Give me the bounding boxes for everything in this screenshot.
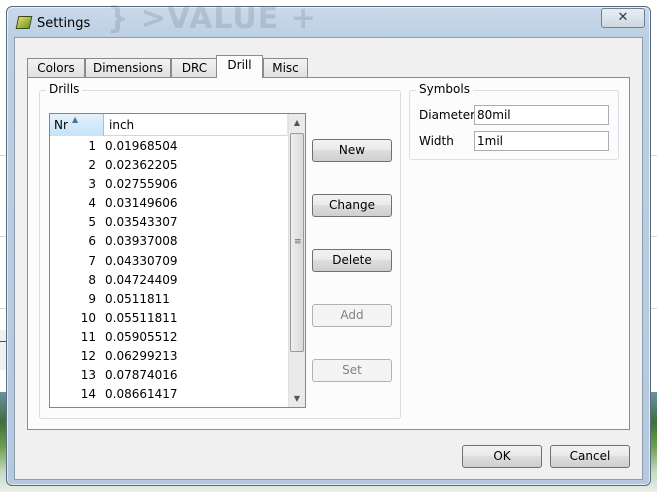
tab-dimensions[interactable]: Dimensions (85, 58, 171, 77)
list-scrollbar[interactable]: ▲ ≡ ▼ (288, 114, 305, 407)
width-label: Width (419, 134, 454, 148)
tab-colors[interactable]: Colors (27, 58, 85, 77)
scroll-up-icon[interactable]: ▲ (289, 114, 305, 131)
drill-nr: 13 (80, 368, 96, 383)
column-header-inch[interactable]: inch (105, 114, 288, 136)
list-item[interactable]: 8 0.04724409 (50, 271, 288, 290)
tab-drill[interactable]: Drill (216, 55, 263, 78)
symbols-group-label: Symbols (416, 82, 473, 96)
diameter-label: Diameter (419, 108, 476, 122)
tab-misc[interactable]: Misc (263, 58, 308, 77)
drill-inch: 0.04724409 (105, 272, 178, 287)
column-header-inch-label: inch (109, 118, 135, 132)
grip-icon: ≡ (294, 237, 302, 247)
list-item[interactable]: 10 0.05511811 (50, 309, 288, 328)
list-item[interactable]: 11 0.05905512 (50, 328, 288, 347)
dialog-client-area: Colors Dimensions DRC Drill Misc Drills … (14, 37, 643, 480)
list-header: ▲ Nr inch (50, 114, 288, 136)
drill-inch: 0.05511811 (105, 310, 178, 325)
set-button[interactable]: Set (312, 359, 392, 382)
drill-nr: 2 (88, 158, 96, 173)
drill-list[interactable]: ▲ Nr inch 1 0.01968504 2 0.02362205 3 0.027… (49, 113, 306, 408)
list-item[interactable]: 14 0.08661417 (50, 385, 288, 404)
window-title: Settings (37, 16, 91, 31)
drill-inch: 0.08661417 (105, 387, 178, 402)
title-bar[interactable]: } >VALUE + Settings ✕ (7, 1, 650, 37)
drill-nr: 6 (88, 234, 96, 249)
drills-group-label: Drills (46, 82, 83, 96)
drill-inch: 0.03543307 (105, 215, 178, 230)
list-item[interactable]: 5 0.03543307 (50, 213, 288, 232)
drill-nr: 11 (80, 329, 96, 344)
scrollbar-thumb[interactable]: ≡ (290, 133, 304, 352)
drills-group: Drills ▲ Nr inch 10.01968504 20.023622 (39, 82, 401, 419)
list-item[interactable]: 9 0.0511811 (50, 290, 288, 309)
drill-nr: 9 (88, 291, 96, 306)
drill-nr: 12 (80, 349, 96, 364)
drill-nr: 1 (88, 139, 96, 153)
add-button[interactable]: Add (312, 304, 392, 327)
drill-nr: 5 (88, 215, 96, 230)
drill-nr: 4 (88, 196, 96, 211)
list-item[interactable]: 7 0.04330709 (50, 252, 288, 271)
drill-inch: 0.01968504 (105, 139, 178, 153)
tab-drc[interactable]: DRC (171, 58, 218, 77)
drill-nr: 3 (88, 177, 96, 192)
drill-nr: 7 (88, 253, 96, 268)
scroll-down-icon[interactable]: ▼ (289, 390, 305, 407)
drill-inch: 0.06299213 (105, 349, 178, 364)
list-item[interactable]: 1 0.01968504 (50, 137, 288, 156)
list-item[interactable]: 12 0.06299213 (50, 347, 288, 366)
sort-ascending-icon: ▲ (72, 115, 79, 124)
drill-inch: 0.0511811 (105, 291, 170, 306)
delete-button[interactable]: Delete (312, 249, 392, 272)
drill-inch: 0.07874016 (105, 368, 178, 383)
symbols-group: Symbols Diameter 80mil Width 1mil (409, 82, 619, 160)
list-item[interactable]: 4 0.03149606 (50, 194, 288, 213)
column-header-nr[interactable]: ▲ Nr (50, 114, 104, 136)
drill-nr: 8 (88, 272, 96, 287)
list-rows: 1 0.01968504 2 0.02362205 3 0.02755906 4 0.0… (50, 137, 288, 404)
ok-button[interactable]: OK (462, 445, 542, 468)
drill-inch: 0.04330709 (105, 253, 178, 268)
width-field[interactable]: 1mil (474, 131, 609, 151)
drill-inch: 0.03149606 (105, 196, 178, 211)
drill-inch: 0.03937008 (105, 234, 178, 249)
drill-nr: 14 (80, 387, 96, 402)
close-button[interactable]: ✕ (601, 8, 645, 28)
list-item[interactable]: 3 0.02755906 (50, 175, 288, 194)
drill-inch: 0.02362205 (105, 158, 178, 173)
app-icon (15, 16, 33, 29)
background-schematic-text: } >VALUE + (107, 1, 317, 36)
column-header-nr-label: Nr (54, 118, 68, 132)
change-button[interactable]: Change (312, 194, 392, 217)
list-item[interactable]: 13 0.07874016 (50, 366, 288, 385)
list-item[interactable]: 6 0.03937008 (50, 232, 288, 251)
drill-nr: 10 (80, 310, 96, 325)
drill-tab-panel: Drills ▲ Nr inch 10.01968504 20.023622 (27, 77, 630, 430)
close-icon: ✕ (617, 10, 629, 25)
drill-inch: 0.05905512 (105, 329, 178, 344)
diameter-field[interactable]: 80mil (474, 105, 609, 125)
new-button[interactable]: New (312, 139, 392, 162)
settings-dialog: } >VALUE + Settings ✕ Colors Dimensions … (6, 1, 651, 486)
list-item[interactable]: 2 0.02362205 (50, 156, 288, 175)
drill-inch: 0.02755906 (105, 177, 178, 192)
cancel-button[interactable]: Cancel (550, 445, 630, 468)
